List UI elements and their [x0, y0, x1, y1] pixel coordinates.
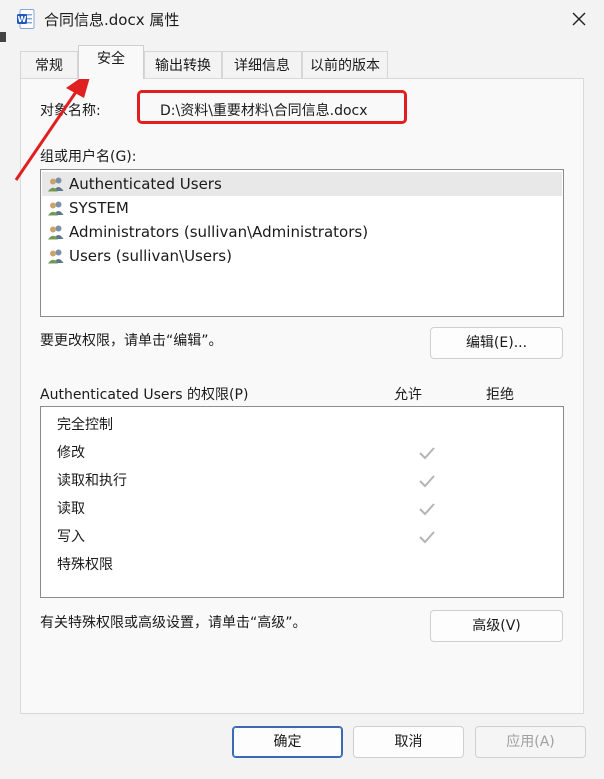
permission-row: 读取: [57, 495, 557, 523]
ok-button[interactable]: 确定: [232, 726, 343, 758]
users-group-icon: [48, 249, 64, 264]
tab-label: 输出转换: [155, 58, 211, 74]
permission-row: 特殊权限: [57, 551, 557, 579]
users-listbox[interactable]: Authenticated Users SYSTEM Administrator…: [40, 169, 564, 317]
check-icon: [419, 447, 435, 460]
object-name-label: 对象名称:: [40, 103, 101, 119]
list-item[interactable]: Administrators (sullivan\Administrators): [42, 220, 562, 244]
permission-row: 读取和执行: [57, 467, 557, 495]
permission-row: 完全控制: [57, 411, 557, 439]
close-icon[interactable]: [568, 8, 590, 30]
apply-button[interactable]: 应用(A): [475, 726, 586, 758]
permission-name: 读取: [57, 501, 85, 517]
tab-label: 详细信息: [234, 58, 290, 74]
tab-security[interactable]: 安全: [78, 45, 144, 79]
list-item-label: Administrators (sullivan\Administrators): [69, 223, 369, 241]
check-icon: [419, 475, 435, 488]
edit-button[interactable]: 编辑(E)...: [430, 327, 563, 359]
deny-header: 拒绝: [486, 387, 514, 403]
tab-details[interactable]: 详细信息: [222, 51, 302, 78]
permission-name: 写入: [57, 529, 85, 545]
permissions-list: 完全控制 修改 读取和执行 读取 写入 特殊权限: [40, 406, 564, 598]
background-window-edge: [0, 32, 6, 42]
properties-window: W 合同信息.docx 属性 常规 安全 输出转换 详细信息 以前的版本 对象名…: [0, 0, 604, 779]
list-item-label: SYSTEM: [69, 199, 129, 217]
tab-output-convert[interactable]: 输出转换: [144, 51, 222, 78]
advanced-hint: 有关特殊权限或高级设置，请单击“高级”。: [40, 615, 307, 631]
cancel-button[interactable]: 取消: [353, 726, 464, 758]
list-item[interactable]: SYSTEM: [42, 196, 562, 220]
window-title: 合同信息.docx 属性: [44, 11, 180, 29]
permission-name: 特殊权限: [57, 557, 113, 573]
permission-name: 读取和执行: [57, 473, 127, 489]
list-item-label: Authenticated Users: [69, 175, 222, 193]
group-list-label: 组或用户名(G):: [40, 149, 137, 165]
users-group-icon: [48, 177, 64, 192]
permission-row: 修改: [57, 439, 557, 467]
tab-general[interactable]: 常规: [20, 51, 78, 78]
permission-name: 修改: [57, 445, 85, 461]
users-group-icon: [48, 201, 64, 216]
permission-name: 完全控制: [57, 417, 113, 433]
change-permissions-hint: 要更改权限，请单击“编辑”。: [40, 333, 223, 349]
tab-previous-versions[interactable]: 以前的版本: [302, 51, 388, 78]
users-group-icon: [48, 225, 64, 240]
check-icon: [419, 503, 435, 516]
check-icon: [419, 531, 435, 544]
permissions-label: Authenticated Users 的权限(P): [40, 387, 249, 403]
list-item[interactable]: Authenticated Users: [42, 172, 562, 196]
word-doc-icon: W: [17, 9, 35, 29]
object-name-value: D:\资料\重要材料\合同信息.docx: [160, 103, 368, 119]
title-bar: W 合同信息.docx 属性: [0, 0, 604, 38]
permission-row: 写入: [57, 523, 557, 551]
list-item-label: Users (sullivan\Users): [69, 247, 232, 265]
tab-label: 安全: [97, 51, 125, 67]
svg-text:W: W: [18, 15, 27, 24]
tab-label: 以前的版本: [310, 58, 380, 74]
list-item[interactable]: Users (sullivan\Users): [42, 244, 562, 268]
tab-label: 常规: [35, 58, 63, 74]
advanced-button[interactable]: 高级(V): [430, 610, 563, 642]
allow-header: 允许: [394, 387, 422, 403]
